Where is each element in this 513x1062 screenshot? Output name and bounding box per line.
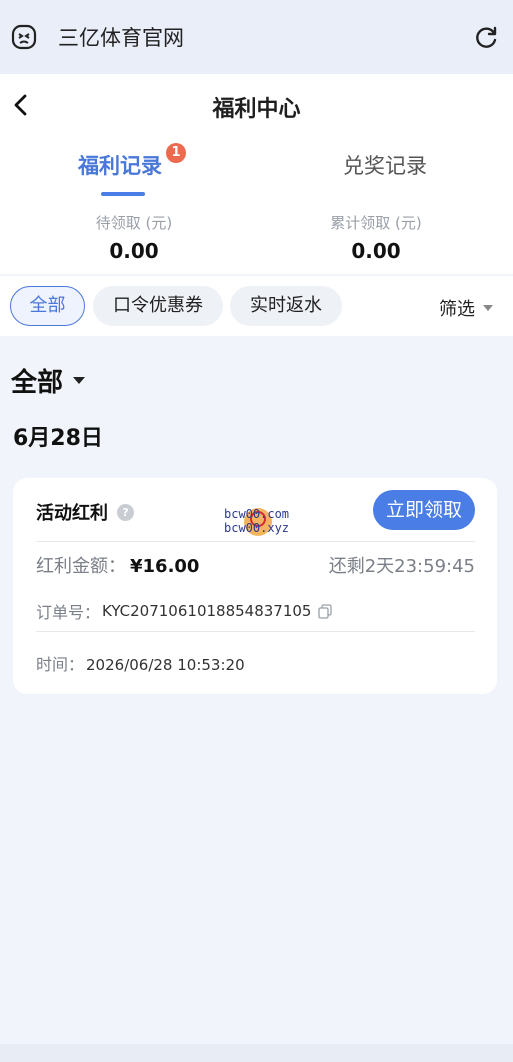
watermark-line1: bcw00.com (224, 507, 290, 521)
category-label: 全部 (11, 368, 64, 398)
remaining-time: 还剩2天23:59:45 (328, 556, 475, 577)
notification-badge: 1 (166, 143, 186, 163)
bottom-bar (0, 1044, 513, 1062)
pending-label: 待领取 (元) (95, 214, 173, 232)
filter-button[interactable]: 筛选 (439, 295, 493, 321)
refresh-icon[interactable] (473, 25, 499, 51)
record-tabs: 福利记录 兑奖记录 (0, 136, 513, 200)
filter-bar: 全部 口令优惠券 实时返水 筛选 (0, 276, 513, 336)
tab-redeem-records[interactable]: 兑奖记录 (343, 150, 427, 180)
page-header: 福利中心 (0, 74, 513, 136)
app-title: 三亿体育官网 (58, 26, 184, 50)
time-label: 时间： (36, 655, 85, 674)
app-top-bar: 三亿体育官网 (0, 0, 513, 74)
pending-value: 0.00 (109, 239, 159, 263)
order-number: KYC2071061018854837105 (102, 602, 312, 620)
total-value: 0.00 (351, 239, 401, 263)
amount-label: 红利金额： (36, 556, 126, 577)
watermark: bcw00.com bcw00.xyz (224, 507, 304, 539)
help-icon[interactable]: ? (117, 503, 134, 521)
caret-down-icon (73, 377, 86, 384)
total-stat: 累计领取 (元) 0.00 (276, 200, 476, 263)
page-title: 福利中心 (212, 97, 301, 122)
amount-value: ¥16.00 (130, 556, 200, 577)
watermark-line2: bcw00.xyz (224, 521, 290, 535)
date-group-label: 6月28日 (13, 426, 103, 451)
category-dropdown[interactable]: 全部 (11, 362, 86, 399)
ghost-face-icon (11, 24, 37, 50)
bonus-amount-row: 红利金额： ¥16.00 (36, 552, 199, 578)
pending-stat: 待领取 (元) 0.00 (34, 200, 234, 263)
tab-welfare-records[interactable]: 福利记录 (78, 150, 162, 180)
claim-button[interactable]: 立即领取 (373, 490, 475, 530)
time-row: 时间： 2026/06/28 10:53:20 (36, 651, 245, 675)
divider (36, 541, 475, 542)
order-label: 订单号： (36, 603, 101, 622)
filter-chip-rebate[interactable]: 实时返水 (230, 286, 342, 326)
filter-chip-coupon[interactable]: 口令优惠券 (93, 286, 223, 326)
time-value: 2026/06/28 10:53:20 (86, 656, 245, 674)
copy-icon[interactable] (317, 603, 333, 619)
filter-label: 筛选 (439, 299, 475, 320)
order-number-row: 订单号： KYC2071061018854837105 (36, 599, 333, 623)
card-title: 活动红利 ? (36, 499, 134, 525)
caret-down-icon (483, 305, 493, 311)
active-tab-indicator (101, 192, 145, 196)
total-label: 累计领取 (元) (330, 214, 422, 232)
divider (36, 631, 475, 632)
card-title-text: 活动红利 (36, 503, 108, 524)
welfare-stats: 待领取 (元) 0.00 累计领取 (元) 0.00 (0, 200, 513, 274)
filter-chip-all[interactable]: 全部 (10, 286, 85, 326)
